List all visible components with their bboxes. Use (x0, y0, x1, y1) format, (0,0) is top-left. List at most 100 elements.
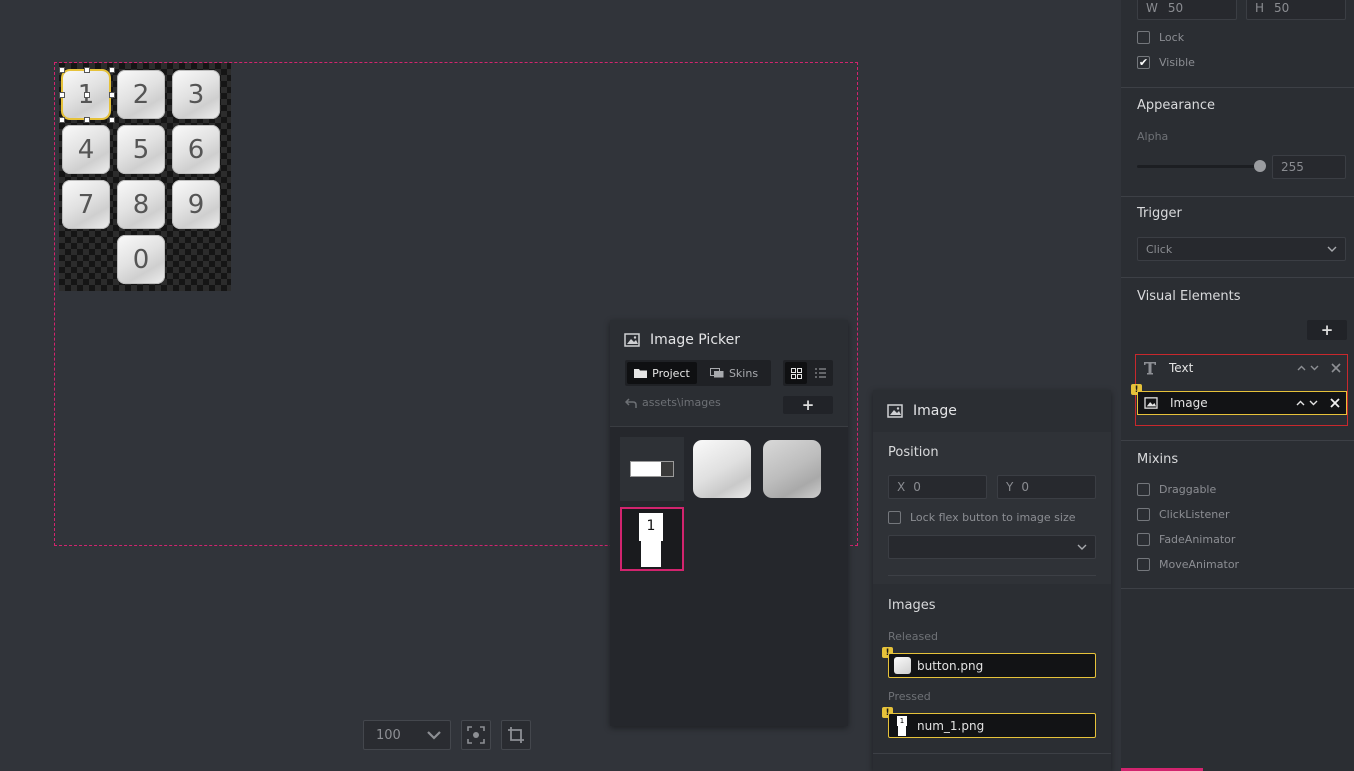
visible-checkbox[interactable]: ✔ Visible (1137, 56, 1195, 69)
key-label: 0 (132, 244, 150, 275)
chevron-up-icon[interactable] (1297, 365, 1306, 371)
trigger-title: Trigger (1137, 206, 1182, 221)
list-view-icon (814, 368, 826, 378)
key-label: 6 (187, 134, 205, 165)
key-label: 9 (187, 189, 205, 220)
crop-button[interactable] (501, 720, 531, 750)
key-8-button[interactable]: 8 (117, 180, 165, 229)
key-9-button[interactable]: 9 (172, 180, 220, 229)
thumbnail-button-pressed-image[interactable] (760, 437, 824, 501)
section-divider (873, 753, 1111, 754)
y-position-field[interactable]: Y 0 (997, 475, 1096, 499)
chevron-down-icon[interactable] (1310, 365, 1319, 371)
num-1-preview-label: 1 (639, 513, 663, 541)
checkbox-label: Draggable (1159, 483, 1217, 496)
tab-label: Skins (728, 366, 759, 380)
resize-handle-r[interactable] (109, 92, 115, 98)
focus-button[interactable] (461, 720, 491, 750)
w-label: W (1146, 1, 1158, 15)
lock-checkbox[interactable]: Lock (1137, 31, 1184, 44)
mixin-fadeanimator-checkbox[interactable]: FadeAnimator (1137, 533, 1235, 546)
image-icon (624, 333, 640, 347)
key-7-button[interactable]: 7 (62, 180, 110, 229)
pressed-thumb: 1 (894, 715, 911, 736)
key-label: 5 (132, 134, 150, 165)
inspector-panel: W 50 H 50 Lock ✔ Visible Appearance Alph… (1121, 0, 1354, 771)
x-position-field[interactable]: X 0 (888, 475, 987, 499)
section-divider (1121, 440, 1354, 441)
alpha-value-field[interactable]: 255 (1272, 155, 1346, 179)
checkbox-label: ClickListener (1159, 508, 1230, 521)
resize-handle-b[interactable] (84, 117, 90, 123)
key-3-button[interactable]: 3 (172, 70, 220, 119)
resize-handle-tl[interactable] (59, 67, 65, 73)
trigger-select[interactable]: Click (1137, 237, 1346, 261)
image-icon (887, 404, 903, 418)
thumbnail-num-1-image[interactable]: 1 (620, 507, 684, 571)
checkbox-label: MoveAnimator (1159, 558, 1240, 571)
lock-flex-button-checkbox[interactable]: Lock flex button to image size (888, 511, 1076, 524)
mixin-draggable-checkbox[interactable]: Draggable (1137, 483, 1216, 496)
add-image-button[interactable]: + (783, 396, 833, 414)
close-icon[interactable] (1330, 398, 1340, 408)
tab-skins[interactable]: Skins (699, 362, 769, 384)
chevron-down-icon (1327, 246, 1337, 252)
height-field[interactable]: H 50 (1246, 0, 1346, 20)
h-value: 50 (1274, 1, 1290, 15)
key-5-button[interactable]: 5 (117, 125, 165, 174)
image-thumbnail-grid: 1 (610, 426, 848, 726)
image-picker-header: Image Picker (610, 320, 848, 360)
grid-view-button[interactable] (785, 362, 807, 384)
checkbox-box (1137, 483, 1150, 496)
h-label: H (1255, 1, 1265, 15)
mixin-clicklistener-checkbox[interactable]: ClickListener (1137, 508, 1229, 521)
alpha-label: Alpha (1137, 130, 1169, 143)
list-view-button[interactable] (809, 362, 831, 384)
resize-handle-bl[interactable] (59, 117, 65, 123)
resize-handle-t[interactable] (84, 67, 90, 73)
toggle-preview (630, 461, 674, 477)
image-icon (1144, 397, 1158, 409)
zoom-toolbar: 100 (363, 720, 531, 750)
breadcrumb: assets\images (625, 396, 721, 409)
alpha-slider-thumb[interactable] (1254, 160, 1266, 172)
close-icon[interactable] (1331, 363, 1341, 373)
resize-handle-l[interactable] (59, 92, 65, 98)
pressed-image-field[interactable]: 1 num_1.png (888, 713, 1096, 738)
add-visual-element-button[interactable]: + (1307, 320, 1347, 340)
chevron-down-icon[interactable] (1309, 400, 1318, 406)
zoom-select[interactable]: 100 (363, 720, 451, 750)
chevron-up-icon[interactable] (1296, 400, 1305, 406)
visual-element-image[interactable]: Image (1137, 391, 1347, 415)
alpha-slider-track[interactable] (1137, 165, 1261, 168)
pressed-thumb-label: 1 (897, 715, 907, 726)
mixin-moveanimator-checkbox[interactable]: MoveAnimator (1137, 558, 1239, 571)
width-field[interactable]: W 50 (1137, 0, 1237, 20)
section-divider (1121, 196, 1354, 197)
checkbox-label: FadeAnimator (1159, 533, 1236, 546)
key-2-button[interactable]: 2 (117, 70, 165, 119)
pressed-file-name: num_1.png (917, 718, 985, 733)
images-title: Images (888, 598, 936, 613)
visual-element-text[interactable]: Text (1137, 356, 1347, 380)
checkbox-box (888, 511, 901, 524)
tab-project[interactable]: Project (627, 362, 697, 384)
resize-handle-tr[interactable] (109, 67, 115, 73)
resize-handle-br[interactable] (109, 117, 115, 123)
thumbnail-toggle-image[interactable] (620, 437, 684, 501)
x-label: X (897, 480, 906, 494)
grid-view-icon (790, 367, 802, 379)
back-arrow-icon[interactable] (625, 397, 637, 408)
released-image-field[interactable]: button.png (888, 653, 1096, 678)
button-pressed-preview (763, 440, 821, 498)
thumbnail-button-image[interactable] (690, 437, 754, 501)
key-4-button[interactable]: 4 (62, 125, 110, 174)
released-label: Released (888, 630, 938, 643)
resize-handle-c[interactable] (84, 92, 90, 98)
image-size-select[interactable] (888, 535, 1096, 559)
checkbox-box (1137, 558, 1150, 571)
key-6-button[interactable]: 6 (172, 125, 220, 174)
key-0-button[interactable]: 0 (117, 235, 165, 284)
text-icon (1144, 362, 1156, 375)
section-divider (1121, 87, 1354, 88)
